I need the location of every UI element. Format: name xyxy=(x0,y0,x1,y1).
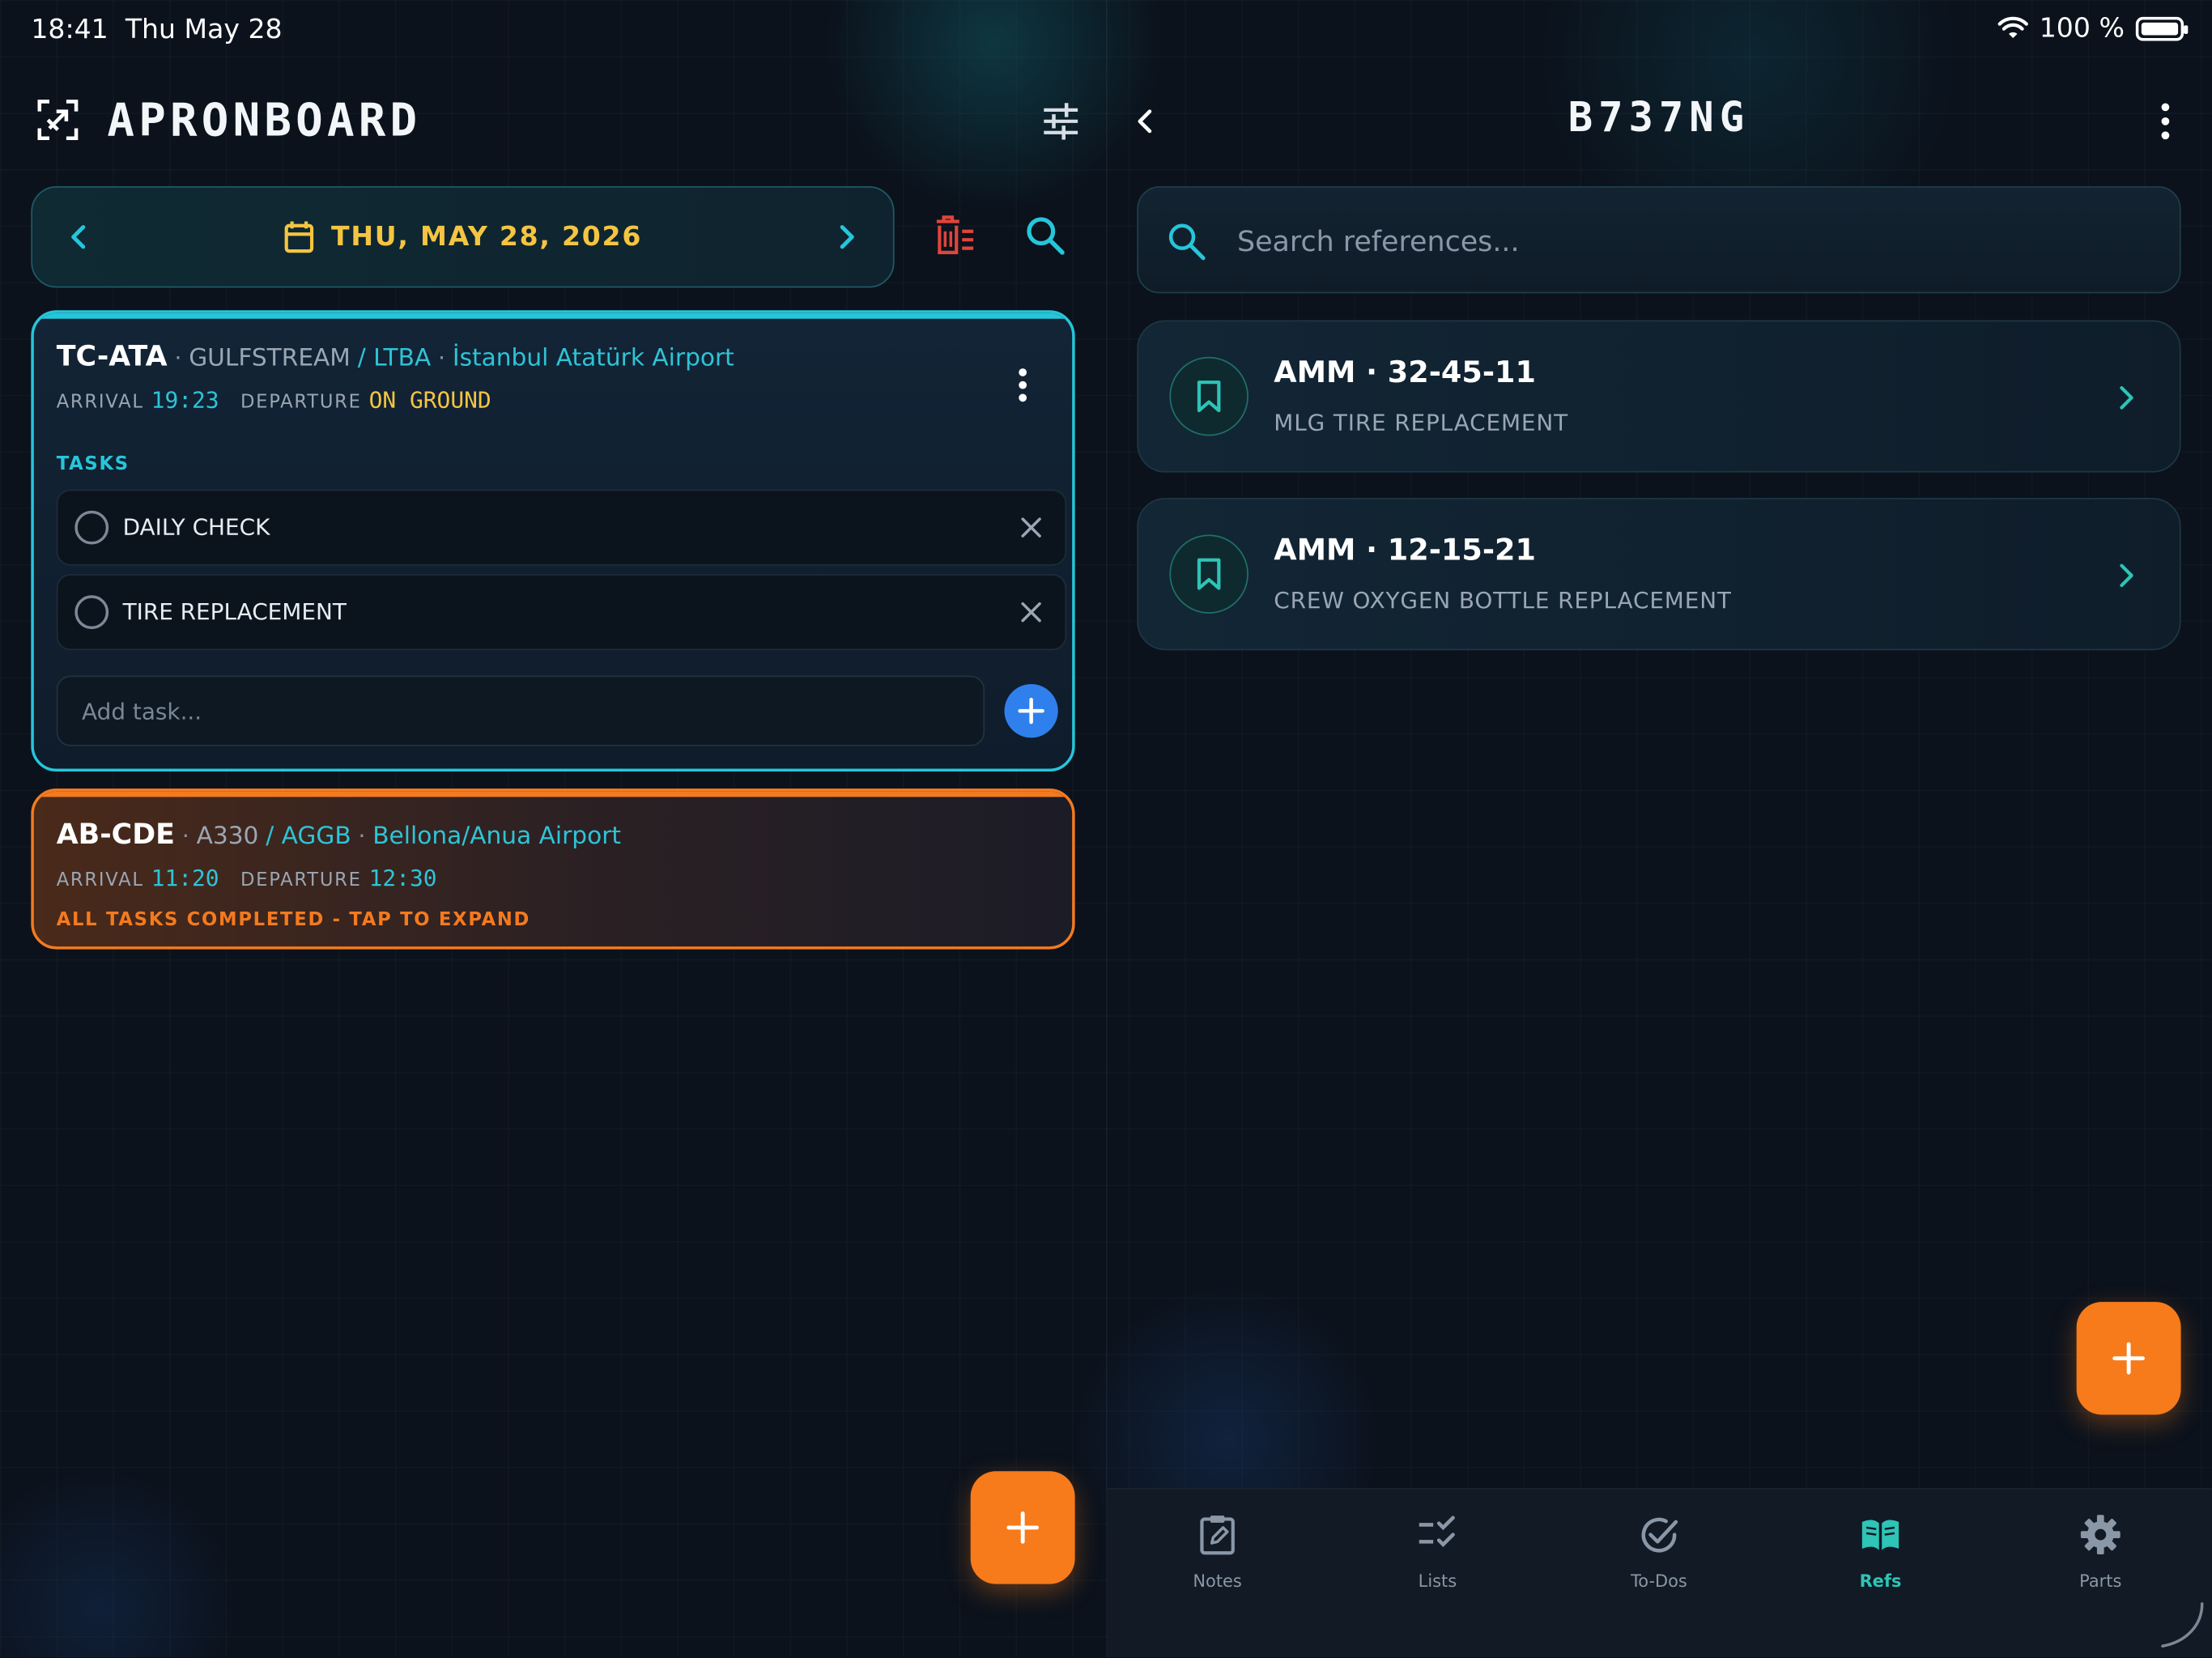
app-title: APRONBOARD xyxy=(107,92,422,147)
chevron-left-icon[interactable] xyxy=(61,219,97,255)
plus-icon xyxy=(1006,1511,1040,1544)
reference-item[interactable]: AMM · 12-15-21 CREW OXYGEN BOTTLE REPLAC… xyxy=(1137,498,2181,651)
plus-icon xyxy=(1018,697,1044,725)
reference-search-box xyxy=(1137,185,2181,294)
reference-title: AMM · 32-45-11 xyxy=(1274,355,1536,389)
date-label: THU, MAY 28, 2026 xyxy=(331,221,643,253)
bottom-tab-bar: Notes Lists To-Dos Refs Parts xyxy=(1107,1488,2212,1658)
tab-notes[interactable]: Notes xyxy=(1108,1490,1328,1657)
separator-dot: · xyxy=(438,344,453,372)
tab-label: To-Dos xyxy=(1631,1571,1687,1592)
resize-handle-icon xyxy=(2161,1602,2204,1648)
airport-code: LTBA xyxy=(373,344,432,372)
check-circle-icon xyxy=(1641,1517,1678,1553)
departure-time: ON GROUND xyxy=(368,386,491,414)
departure-time: 12:30 xyxy=(368,865,437,892)
chevron-right-icon xyxy=(2120,563,2133,588)
task-item: DAILY CHECK xyxy=(56,489,1067,566)
add-flight-button[interactable] xyxy=(970,1471,1075,1584)
chevron-right-icon[interactable] xyxy=(828,219,865,255)
reference-search-input[interactable] xyxy=(1236,213,2141,270)
arrival-label: ARRIVAL xyxy=(56,869,144,892)
bookmark-icon xyxy=(1197,380,1221,413)
flight-card-collapsed[interactable]: AB-CDE · A330 / AGGB · Bellona/Anua Airp… xyxy=(31,788,1075,950)
flight-times: ARRIVAL 11:20 DEPARTURE 12:30 xyxy=(57,865,451,891)
add-reference-button[interactable] xyxy=(2076,1302,2181,1415)
gear-icon xyxy=(2080,1515,2121,1555)
reference-subtitle: MLG TIRE REPLACEMENT xyxy=(1274,409,1569,436)
separator-dot: · xyxy=(358,822,373,849)
separator-dot: · xyxy=(181,822,197,849)
tab-label: Refs xyxy=(1859,1571,1902,1592)
airport-name: Bellona/Anua Airport xyxy=(372,822,622,851)
search-icon xyxy=(1168,223,1206,261)
aircraft-type: GULFSTREAM xyxy=(189,344,351,372)
arrival-time: 11:20 xyxy=(151,865,219,892)
departure-label: DEPARTURE xyxy=(240,392,362,414)
reference-item[interactable]: AMM · 32-45-11 MLG TIRE REPLACEMENT xyxy=(1137,320,2181,473)
aircraft-type: A330 xyxy=(196,822,259,851)
flight-board-pane: APRONBOARD THU, MAY 28, 2026 TC-ATA · GU… xyxy=(0,0,1106,1657)
flight-registration: AB-CDE xyxy=(56,816,175,851)
separator-slash: / xyxy=(266,822,282,851)
tab-lists[interactable]: Lists xyxy=(1328,1490,1548,1657)
departure-label: DEPARTURE xyxy=(240,869,362,892)
task-label: DAILY CHECK xyxy=(122,513,270,541)
bookmark-badge xyxy=(1169,534,1249,614)
reference-title: AMM · 12-15-21 xyxy=(1274,533,1536,568)
tab-label: Parts xyxy=(2079,1571,2122,1592)
checklist-icon xyxy=(1419,1516,1455,1548)
more-vertical-icon[interactable] xyxy=(1017,367,1028,403)
tab-label: Lists xyxy=(1418,1571,1457,1592)
airport-code: AGGB xyxy=(281,822,351,851)
flight-header: TC-ATA · GULFSTREAM / LTBA · İstanbul At… xyxy=(57,338,734,372)
notes-icon xyxy=(1200,1516,1235,1555)
search-icon[interactable] xyxy=(1024,215,1066,257)
task-item: TIRE REPLACEMENT xyxy=(56,574,1067,651)
calendar-icon xyxy=(284,221,313,253)
plus-icon xyxy=(2112,1341,2145,1375)
book-icon xyxy=(1861,1520,1899,1550)
task-checkbox[interactable] xyxy=(74,510,109,545)
filter-settings-icon[interactable] xyxy=(1041,101,1081,141)
add-task-button[interactable] xyxy=(1004,684,1058,738)
date-display[interactable]: THU, MAY 28, 2026 xyxy=(283,220,642,254)
flight-card-expanded[interactable]: TC-ATA · GULFSTREAM / LTBA · İstanbul At… xyxy=(31,310,1075,772)
screen-title: B737NG xyxy=(1568,92,1750,142)
bookmark-badge xyxy=(1169,356,1249,436)
completion-status: ALL TASKS COMPLETED - TAP TO EXPAND xyxy=(56,909,531,931)
separator-slash: / xyxy=(357,344,374,372)
flight-times: ARRIVAL 19:23 DEPARTURE ON GROUND xyxy=(57,386,491,413)
close-icon[interactable] xyxy=(1017,513,1045,542)
back-chevron-icon[interactable] xyxy=(1129,104,1163,138)
flight-registration: TC-ATA xyxy=(56,338,168,372)
delete-list-icon[interactable] xyxy=(934,215,976,257)
flight-header: AB-CDE · A330 / AGGB · Bellona/Anua Airp… xyxy=(57,817,621,851)
close-icon[interactable] xyxy=(1017,598,1045,627)
bookmark-icon xyxy=(1197,558,1221,590)
tasks-heading: TASKS xyxy=(56,454,130,476)
tab-label: Notes xyxy=(1193,1571,1242,1592)
add-task-input[interactable] xyxy=(56,675,985,746)
date-selector: THU, MAY 28, 2026 xyxy=(31,185,895,288)
airport-name: İstanbul Atatürk Airport xyxy=(452,344,734,372)
task-label: TIRE REPLACEMENT xyxy=(122,597,347,625)
tab-refs[interactable]: Refs xyxy=(1771,1490,1991,1657)
tab-todos[interactable]: To-Dos xyxy=(1549,1490,1769,1657)
reference-subtitle: CREW OXYGEN BOTTLE REPLACEMENT xyxy=(1274,586,1732,614)
more-vertical-icon[interactable] xyxy=(2159,101,2172,141)
arrival-time: 19:23 xyxy=(151,386,219,414)
task-checkbox[interactable] xyxy=(74,595,109,630)
separator-dot: · xyxy=(174,344,189,372)
arrival-label: ARRIVAL xyxy=(56,392,144,414)
app-logo-icon xyxy=(37,100,79,141)
chevron-right-icon xyxy=(2120,386,2133,410)
